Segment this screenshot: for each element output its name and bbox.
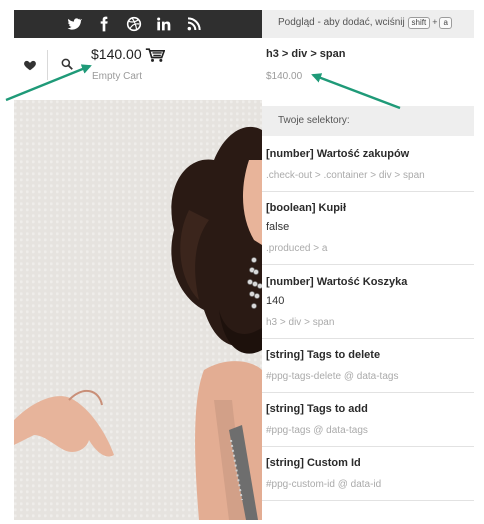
a-key: a <box>439 17 452 29</box>
shift-key: shift <box>407 17 431 29</box>
selector-panel: Podgląd - aby dodać, wciśnij shift + a h3 … <box>262 10 474 520</box>
row-divider <box>262 392 474 393</box>
preview-text: Podgląd - aby dodać, wciśnij <box>278 17 405 28</box>
selector-path: .produced > a <box>266 243 328 254</box>
selectors-header: Twoje selektory: <box>262 106 474 136</box>
row-divider <box>262 338 474 339</box>
social-icons <box>66 16 202 32</box>
model-photo <box>14 126 262 520</box>
selector-path: h3 > div > span <box>266 317 335 328</box>
current-selector-path[interactable]: h3 > div > span <box>266 48 345 60</box>
selector-title: [number] Wartość zakupów <box>266 148 410 160</box>
selector-value: false <box>266 221 290 233</box>
twitter-icon[interactable] <box>66 16 82 32</box>
selector-path: #ppg-tags @ data-tags <box>266 425 368 436</box>
website-preview: $140.00 Empty Cart <box>14 10 262 520</box>
row-divider <box>262 446 474 447</box>
shopping-cart-icon[interactable] <box>145 47 166 63</box>
plus-sign: + <box>432 17 438 27</box>
facebook-icon[interactable] <box>96 16 112 32</box>
selector-title: [string] Tags to delete <box>266 349 381 361</box>
site-header: $140.00 Empty Cart <box>14 38 262 101</box>
empty-cart-label: Empty Cart <box>92 71 143 82</box>
rss-icon[interactable] <box>186 16 202 32</box>
selectors-label: Twoje selektory: <box>278 115 350 126</box>
row-divider <box>262 500 474 501</box>
selector-title: [boolean] Kupił <box>266 202 347 214</box>
social-bar <box>14 10 262 38</box>
selector-value: 140 <box>266 295 285 307</box>
hero-image <box>14 100 262 520</box>
preview-header: Podgląd - aby dodać, wciśnij shift + a <box>262 10 474 38</box>
wishlist-heart-icon[interactable] <box>23 58 37 72</box>
selector-path: #ppg-custom-id @ data-id <box>266 479 382 490</box>
selector-path: .check-out > .container > div > span <box>266 170 425 181</box>
dribbble-icon[interactable] <box>126 16 142 32</box>
row-divider <box>262 191 474 192</box>
header-divider <box>47 50 48 80</box>
selector-title: [string] Custom Id <box>266 457 361 469</box>
linkedin-icon[interactable] <box>156 16 172 32</box>
selector-path: #ppg-tags-delete @ data-tags <box>266 371 399 382</box>
cart-price[interactable]: $140.00 <box>91 46 142 62</box>
search-icon[interactable] <box>60 57 74 71</box>
row-divider <box>262 264 474 265</box>
selector-title: [number] Wartość Koszyka <box>266 276 408 288</box>
preview-instruction: Podgląd - aby dodać, wciśnij shift + a <box>278 17 452 29</box>
current-selector-value: $140.00 <box>266 71 303 82</box>
selector-title: [string] Tags to add <box>266 403 368 415</box>
